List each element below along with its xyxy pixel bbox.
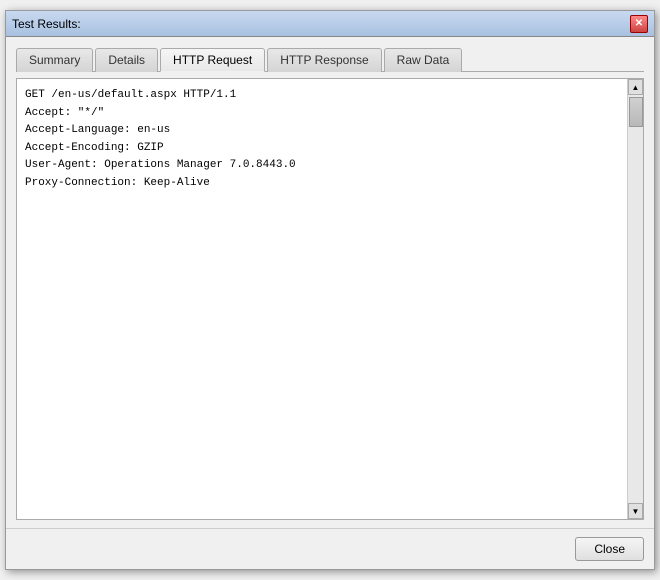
tab-details[interactable]: Details (95, 48, 158, 72)
scroll-down-arrow[interactable]: ▼ (628, 503, 643, 519)
bottom-bar: Close (6, 528, 654, 569)
window-close-button[interactable]: ✕ (630, 15, 648, 33)
tabs-container: Summary Details HTTP Request HTTP Respon… (16, 45, 644, 72)
scrollbar-thumb[interactable] (629, 97, 643, 127)
title-bar-controls: ✕ (630, 15, 648, 33)
tab-summary[interactable]: Summary (16, 48, 93, 72)
scroll-up-arrow[interactable]: ▲ (628, 79, 643, 95)
tab-http-response[interactable]: HTTP Response (267, 48, 381, 72)
dialog-title: Test Results: (12, 17, 81, 31)
content-area: Summary Details HTTP Request HTTP Respon… (6, 37, 654, 528)
tab-http-request[interactable]: HTTP Request (160, 48, 265, 72)
test-results-dialog: Test Results: ✕ Summary Details HTTP Req… (5, 10, 655, 570)
http-request-content: GET /en-us/default.aspx HTTP/1.1 Accept:… (17, 79, 643, 519)
close-button[interactable]: Close (575, 537, 644, 561)
scrollbar-track[interactable] (628, 95, 643, 503)
vertical-scrollbar[interactable]: ▲ ▼ (627, 79, 643, 519)
http-request-panel: GET /en-us/default.aspx HTTP/1.1 Accept:… (16, 78, 644, 520)
title-bar: Test Results: ✕ (6, 11, 654, 37)
window-close-icon: ✕ (635, 18, 643, 29)
tab-raw-data[interactable]: Raw Data (384, 48, 463, 72)
